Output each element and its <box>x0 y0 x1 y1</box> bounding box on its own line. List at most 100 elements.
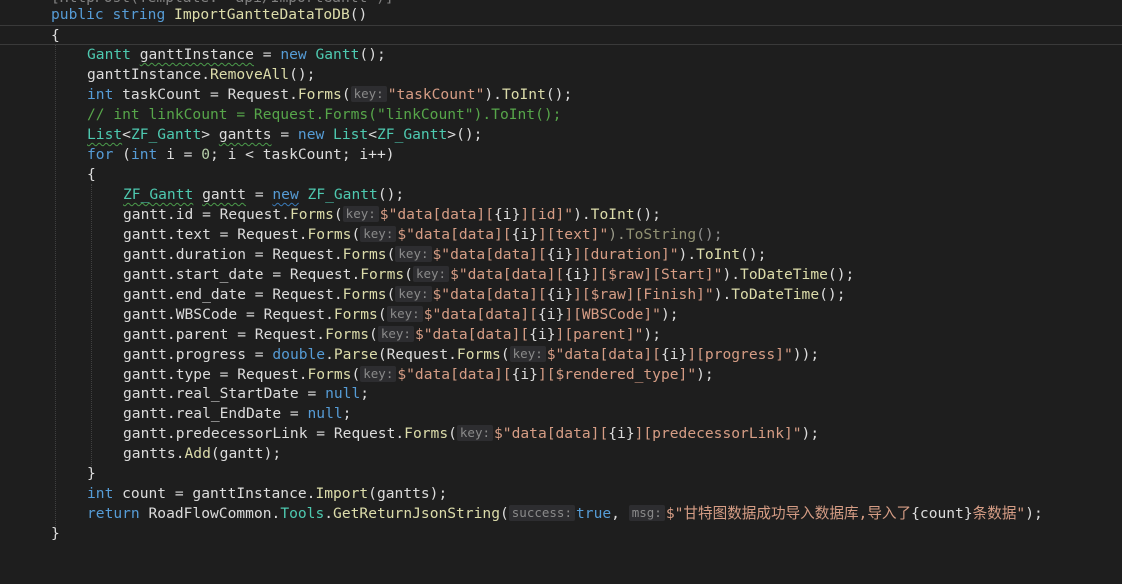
punct: (); <box>289 66 316 83</box>
code-line[interactable]: } <box>0 524 60 544</box>
variable: gantts <box>218 126 272 143</box>
interpolation: {i} <box>529 326 556 343</box>
expr: gantt.duration = Request. <box>123 246 343 263</box>
method-call: Forms <box>342 286 387 303</box>
string-literal: $"data[data][ <box>432 286 547 303</box>
interpolation: {i} <box>494 206 521 223</box>
interpolation: {i} <box>608 425 635 442</box>
param-hint: key: <box>360 226 397 242</box>
punct: ). <box>722 266 741 283</box>
code-line[interactable]: gantt.real_StartDate = null; <box>0 384 369 404</box>
expr: gantt.type = Request. <box>123 366 308 383</box>
expr: gantt.real_EndDate = <box>123 405 308 422</box>
method-call: Forms <box>325 326 370 343</box>
code-line[interactable]: Gantt ganttInstance = new Gantt(); <box>0 45 386 65</box>
punct: > <box>201 126 219 143</box>
code-line[interactable]: return RoadFlowCommon.Tools.GetReturnJso… <box>0 504 1043 524</box>
string-literal: $"data[data][ <box>397 226 512 243</box>
param-hint: key: <box>412 266 450 282</box>
code-line[interactable]: gantt.start_date = Request.Forms(key: $"d… <box>0 265 854 285</box>
punct: ). <box>573 206 591 223</box>
expr: ganttInstance. <box>87 66 211 83</box>
code-line[interactable]: } <box>0 464 96 484</box>
keyword: true <box>576 505 612 522</box>
code-line[interactable]: gantt.parent = Request.Forms(key: $"data[… <box>0 325 661 345</box>
method-call: Add <box>184 445 211 462</box>
punct: () <box>349 6 368 23</box>
variable: gantt <box>202 186 247 203</box>
interpolation: {i} <box>511 226 538 243</box>
method-call: RemoveAll <box>210 66 290 83</box>
keyword: new <box>272 186 299 203</box>
interpolation: {i} <box>546 246 574 263</box>
punct: ( <box>386 246 396 263</box>
punct: ( <box>369 326 378 343</box>
string-literal: 条数据" <box>972 505 1026 522</box>
method-call: Import <box>315 485 369 502</box>
code-line[interactable]: gantt.text = Request.Forms(key: $"data[da… <box>0 225 722 245</box>
punct: ). <box>484 86 502 103</box>
code-line[interactable]: gantts.Add(gantt); <box>0 444 281 464</box>
expr: gantt.predecessorLink = Request. <box>123 425 405 442</box>
method-call: ToString <box>625 226 697 243</box>
type-name: ZF_Gantt <box>130 126 202 143</box>
expr: (Request. <box>377 346 457 363</box>
code-line[interactable]: gantt.duration = Request.Forms(key: $"dat… <box>0 245 766 265</box>
code-line[interactable]: gantt.end_date = Request.Forms(key: $"dat… <box>0 285 846 305</box>
code-line[interactable]: gantt.WBSCode = Request.Forms(key: $"data… <box>0 305 679 325</box>
code-line[interactable]: int count = ganttInstance.Import(gantts)… <box>0 484 447 504</box>
punct: ( <box>499 505 509 522</box>
string-literal: $"甘特图数据成功导入数据库,导入了 <box>665 505 912 522</box>
code-line[interactable]: // int linkCount = Request.Forms("linkCo… <box>0 105 561 125</box>
code-line[interactable]: for (int i = 0; i < taskCount; i++) <box>0 145 395 165</box>
code-line[interactable]: gantt.predecessorLink = Request.Forms(ke… <box>0 424 819 444</box>
punct: , <box>611 505 629 522</box>
expr: gantts. <box>123 445 185 462</box>
punct: (gantts); <box>368 485 448 502</box>
punct: . <box>324 505 334 522</box>
interpolation: {i} <box>564 266 591 283</box>
punct: )); <box>792 346 820 363</box>
keyword: int <box>130 146 158 163</box>
punct: (); <box>634 206 661 223</box>
punct: ( <box>333 206 343 223</box>
close-brace: } <box>51 525 60 542</box>
keyword: null <box>325 385 361 402</box>
string-literal: $"data[data][ <box>450 266 565 283</box>
expr: gantt.real_StartDate = <box>123 385 326 402</box>
string-literal: ][WBSCode]" <box>564 306 661 323</box>
param-hint: key: <box>350 86 387 102</box>
punct: ); <box>643 326 661 343</box>
code-line[interactable]: gantt.real_EndDate = null; <box>0 404 351 424</box>
keyword: new <box>297 126 325 143</box>
string-literal: $"data[data][ <box>379 206 495 223</box>
code-line-current[interactable]: { <box>0 25 1122 45</box>
code-line-signature: public string ImportGantteDataToDB() <box>0 5 367 25</box>
string-literal: $"data[data][ <box>546 346 661 363</box>
param-hint: key: <box>342 206 379 222</box>
type-name: List <box>87 126 123 143</box>
expr: gantt.end_date = Request. <box>123 286 343 303</box>
expr: gantt.id = Request. <box>123 206 290 223</box>
punct: ); <box>1025 505 1043 522</box>
param-hint: key: <box>360 366 397 382</box>
keyword: null <box>307 405 343 422</box>
punct: = <box>271 126 298 143</box>
code-line[interactable]: List<ZF_Gantt> gantts = new List<ZF_Gant… <box>0 125 482 145</box>
method-call: ToInt <box>590 206 635 223</box>
punct: < <box>368 126 377 143</box>
code-line[interactable]: ZF_Gantt gantt = new ZF_Gantt(); <box>0 185 404 205</box>
number-literal: 0 <box>201 146 211 163</box>
method-call: ToDateTime <box>731 286 820 303</box>
interpolation: {i} <box>660 346 688 363</box>
code-line[interactable]: gantt.id = Request.Forms(key: $"data[data… <box>0 205 661 225</box>
code-line[interactable]: int taskCount = Request.Forms(key: "taskC… <box>0 85 572 105</box>
code-line[interactable]: { <box>0 165 96 185</box>
code-editor[interactable]: [HttpPost(Template: "api/ImportGantt")] … <box>0 0 1122 551</box>
string-literal: $"data[data][ <box>397 366 512 383</box>
code-line[interactable]: gantt.type = Request.Forms(key: $"data[da… <box>0 365 714 385</box>
punct: ). <box>608 226 626 243</box>
code-line[interactable]: ganttInstance.RemoveAll(); <box>0 65 315 85</box>
code-line[interactable]: gantt.progress = double.Parse(Request.Fo… <box>0 345 819 365</box>
